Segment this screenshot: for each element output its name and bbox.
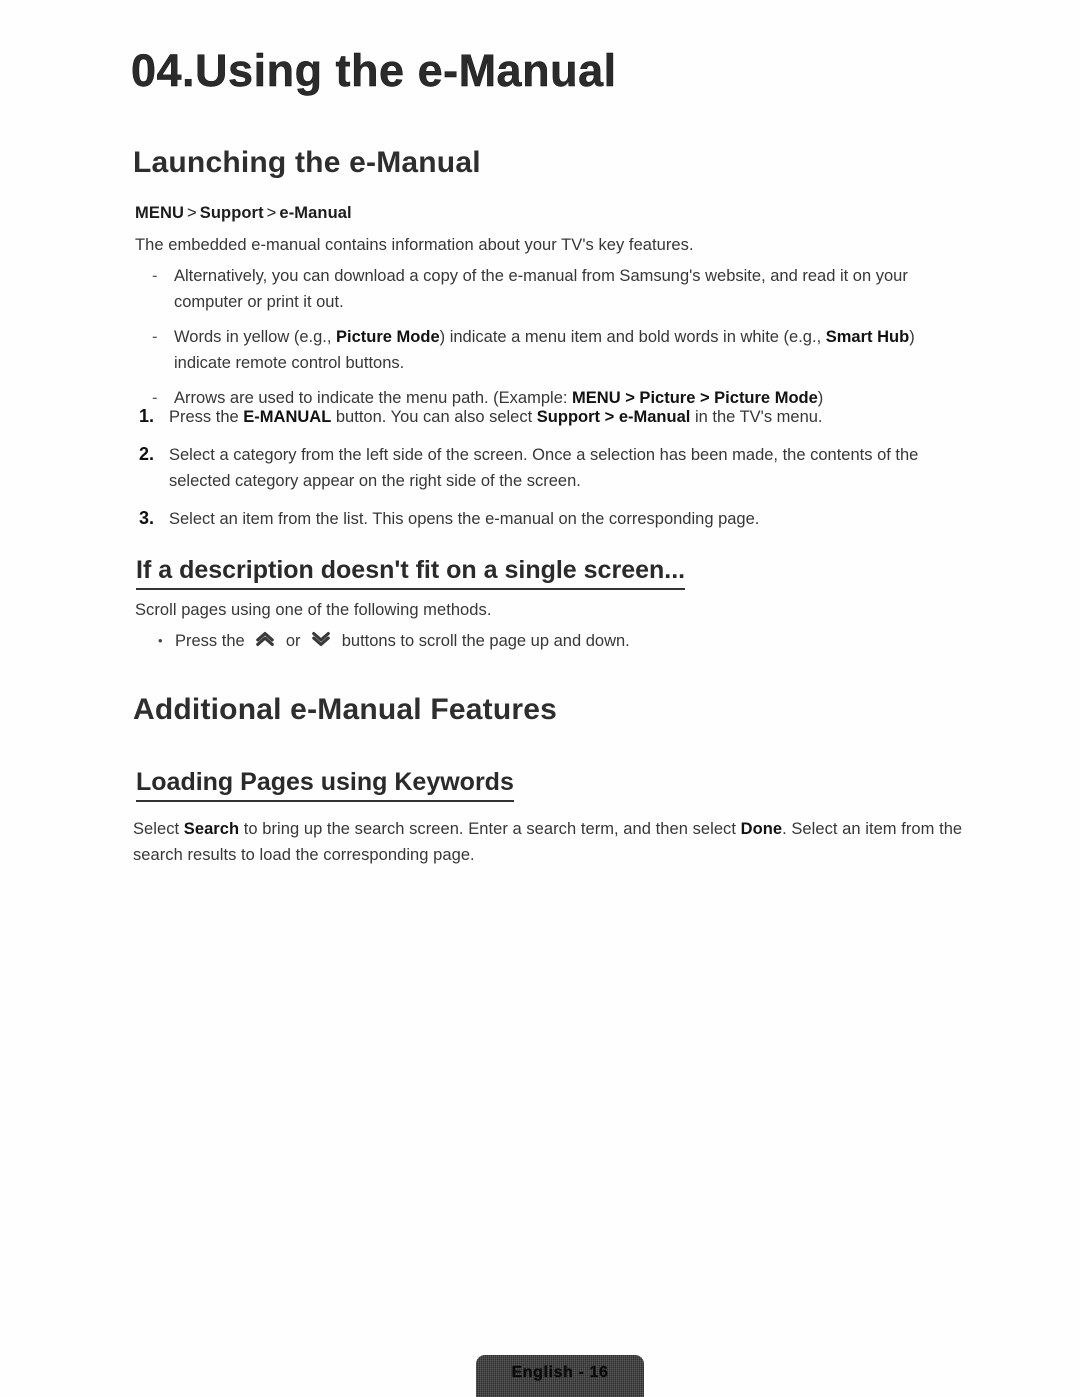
manual-page: 04.Using the e-Manual Launching the e-Ma…: [0, 0, 1080, 1397]
menu-path-item-emanual: e-Manual: [279, 204, 352, 222]
loading-pages-paragraph: Select Search to bring up the search scr…: [133, 816, 971, 868]
body-text: ) indicate a menu item and bold words in…: [439, 328, 826, 346]
section-heading-additional-features: Additional e-Manual Features: [133, 693, 557, 726]
menu-path-separator: >: [186, 204, 197, 222]
body-text: in the TV's menu.: [690, 408, 823, 426]
list-item: 3. Select an item from the list. This ope…: [139, 506, 954, 532]
list-number: 2.: [139, 444, 155, 464]
list-item: 1. Press the E-MANUAL button. You can als…: [139, 404, 954, 430]
body-text: Select an item from the list. This opens…: [169, 510, 760, 528]
subheading-loading-pages: Loading Pages using Keywords: [136, 768, 514, 802]
emphasis-text: Smart Hub: [825, 328, 910, 346]
body-text: Select: [133, 820, 184, 838]
emphasis-text: Done: [740, 820, 783, 838]
body-text: button. You can also select: [331, 408, 537, 426]
launching-dash-list: - Alternatively, you can download a copy …: [152, 263, 952, 420]
emphasis-text: Search: [183, 820, 240, 838]
bullet-marker: •: [158, 633, 163, 648]
menu-path-item-menu: MENU: [135, 204, 184, 222]
body-text: to bring up the search screen. Enter a s…: [239, 820, 741, 838]
launching-intro-paragraph: The embedded e-manual contains informati…: [135, 236, 694, 254]
emphasis-text: Support > e-Manual: [536, 408, 691, 426]
list-item: - Words in yellow (e.g., Picture Mode) in…: [152, 324, 952, 376]
list-number: 3.: [139, 508, 155, 528]
menu-path-separator: >: [266, 204, 277, 222]
chevron-double-up-icon: [254, 629, 276, 657]
chapter-title: 04.Using the e-Manual: [131, 45, 617, 97]
body-text: Press the: [169, 408, 244, 426]
scroll-bullet-list: • Press the or buttons to scroll the page…: [158, 628, 858, 657]
list-number: 1.: [139, 406, 155, 426]
section-heading-launching: Launching the e-Manual: [133, 146, 481, 179]
menu-path-breadcrumb: MENU > Support > e-Manual: [135, 204, 352, 223]
list-marker: -: [152, 328, 158, 346]
scroll-methods-intro: Scroll pages using one of the following …: [135, 601, 492, 619]
chapter-title-text: 04.Using the e-Manual: [131, 45, 617, 96]
body-text: Alternatively, you can download a copy o…: [174, 267, 908, 311]
body-text: Select a category from the left side of …: [169, 446, 919, 490]
footer-page-badge: English - 16: [476, 1355, 644, 1397]
footer-page-label: English - 16: [511, 1364, 609, 1381]
emphasis-text: Picture Mode: [336, 328, 440, 346]
list-item: - Alternatively, you can download a copy …: [152, 263, 952, 315]
emphasis-text: E-MANUAL: [243, 408, 332, 426]
body-text: buttons to scroll the page up and down.: [337, 632, 630, 650]
list-item: • Press the or buttons to scroll the page…: [158, 628, 858, 657]
chevron-double-down-icon: [310, 629, 332, 657]
body-text: Press the: [175, 632, 250, 650]
list-item: 2. Select a category from the left side o…: [139, 442, 954, 494]
subheading-description-fit: If a description doesn't fit on a single…: [136, 556, 686, 590]
body-text: or: [281, 632, 306, 650]
launching-numbered-list: 1. Press the E-MANUAL button. You can als…: [139, 404, 954, 544]
menu-path-item-support: Support: [199, 204, 264, 222]
list-marker: -: [152, 267, 158, 285]
body-text: Words in yellow (e.g.,: [174, 328, 337, 346]
